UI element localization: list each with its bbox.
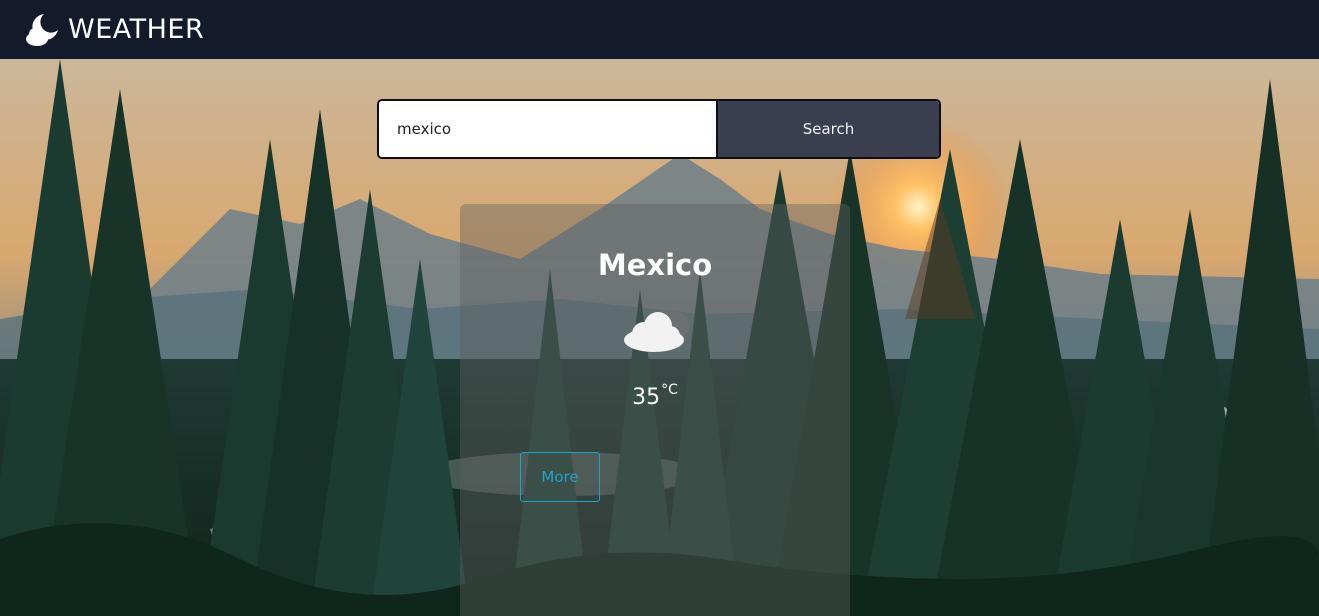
temperature-readout: 35°C — [460, 382, 850, 410]
top-navbar: WEATHER — [0, 0, 1319, 59]
weather-card: Mexico 35°C More — [460, 204, 850, 616]
search-button[interactable]: Search — [718, 101, 939, 157]
brand-title: WEATHER — [68, 14, 205, 45]
temperature-unit: °C — [661, 382, 678, 398]
temperature-value: 35 — [632, 385, 661, 410]
search-input[interactable] — [379, 101, 718, 157]
city-name: Mexico — [597, 248, 713, 282]
cloud-icon — [624, 310, 690, 352]
search-bar: Search — [377, 99, 941, 159]
moon-cloud-icon — [26, 13, 58, 46]
more-button[interactable]: More — [520, 452, 600, 502]
brand-link[interactable]: WEATHER — [24, 12, 204, 48]
